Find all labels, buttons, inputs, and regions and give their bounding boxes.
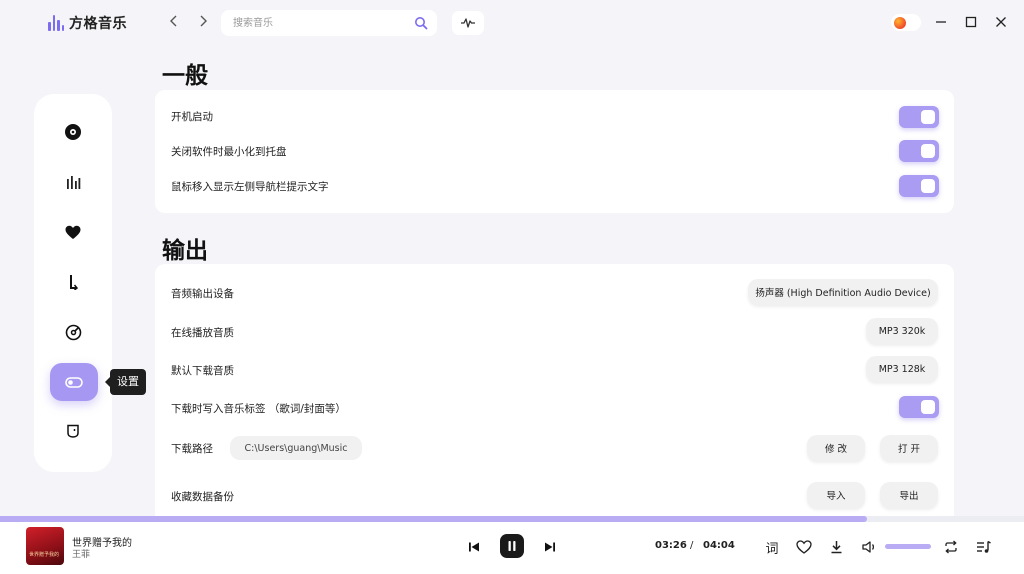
sidebar-item-about[interactable] [50, 413, 96, 449]
audio-wave-button[interactable] [452, 11, 484, 35]
download-arrow-icon [70, 275, 79, 290]
chevron-right-icon [200, 15, 207, 27]
speaker-icon [862, 541, 875, 553]
modify-path-button[interactable]: 修 改 [807, 435, 865, 461]
disc-icon [65, 124, 81, 140]
download-icon [831, 541, 841, 554]
title-bar: 方格音乐 [0, 0, 1024, 46]
switch-knob [921, 179, 935, 193]
row-label-output-device: 音频输出设备 [171, 288, 234, 300]
lyrics-button[interactable]: 词 [763, 538, 781, 557]
chart-bars-icon [67, 176, 81, 189]
section-title-general: 一般 [162, 63, 208, 89]
switch-knob [921, 144, 935, 158]
radar-icon [65, 324, 81, 340]
sidebar [34, 94, 112, 472]
theme-toggle[interactable] [891, 14, 921, 31]
heart-icon [65, 225, 81, 239]
current-time: 03:26 [655, 540, 687, 551]
row-label-backup: 收藏数据备份 [171, 491, 234, 503]
search-icon[interactable] [414, 16, 428, 30]
open-path-button[interactable]: 打 开 [880, 435, 938, 461]
app-logo: 方格音乐 [48, 13, 127, 33]
like-button[interactable] [795, 539, 813, 555]
general-card: 开机启动 关闭软件时最小化到托盘 鼠标移入显示左侧导航栏提示文字 [155, 90, 954, 213]
write-tags-switch[interactable] [899, 396, 939, 418]
switch-knob [921, 400, 935, 414]
output-device-select[interactable]: 扬声器 (High Definition Audio Device) [748, 279, 938, 305]
waveform-icon [461, 18, 475, 28]
previous-track-icon [469, 542, 479, 552]
back-button[interactable] [165, 14, 183, 32]
export-button[interactable]: 导出 [880, 482, 938, 508]
playlist-button[interactable] [975, 539, 993, 555]
heart-outline-icon [796, 540, 812, 554]
repeat-mode-button[interactable] [942, 539, 960, 555]
volume-button[interactable] [860, 539, 878, 555]
pause-button[interactable] [500, 534, 524, 558]
autostart-switch[interactable] [899, 106, 939, 128]
theme-dot-icon [894, 16, 906, 29]
pause-icon [508, 541, 516, 551]
download-button[interactable] [828, 539, 844, 555]
sidebar-item-settings[interactable] [50, 363, 98, 401]
row-label-minimize-tray: 关闭软件时最小化到托盘 [171, 146, 287, 158]
section-title-output: 输出 [162, 238, 208, 264]
cover-text: 世界赠予我的 [29, 552, 60, 558]
sidebar-item-favorites[interactable] [50, 214, 96, 250]
row-label-download-quality: 默认下载音质 [171, 365, 234, 377]
import-button[interactable]: 导入 [807, 482, 865, 508]
row-label-autostart: 开机启动 [171, 111, 213, 123]
close-icon [996, 17, 1006, 27]
next-track-icon [545, 542, 555, 552]
online-quality-select[interactable]: MP3 320k [866, 318, 938, 344]
row-label-online-quality: 在线播放音质 [171, 327, 234, 339]
logo-bars-icon [48, 15, 64, 31]
minimize-button[interactable] [932, 13, 950, 31]
maximize-button[interactable] [962, 13, 980, 31]
nav-tooltip-switch[interactable] [899, 175, 939, 197]
chevron-left-icon [170, 15, 177, 27]
search-box [221, 10, 437, 36]
next-button[interactable] [542, 539, 558, 555]
output-card: 音频输出设备 扬声器 (High Definition Audio Device… [155, 264, 954, 524]
previous-button[interactable] [466, 539, 482, 555]
player-bar: 世界赠予我的 世界赠予我的 王菲 03:26 / 04:04 词 [0, 522, 1024, 574]
face-icon [67, 424, 79, 438]
search-input[interactable] [221, 10, 401, 36]
settings-toggle-icon [65, 376, 83, 388]
app-name: 方格音乐 [69, 16, 127, 32]
album-cover[interactable]: 世界赠予我的 [26, 527, 64, 565]
download-path-field[interactable]: C:\Users\guang\Music [230, 436, 362, 460]
maximize-icon [965, 16, 977, 28]
row-label-nav-tooltip: 鼠标移入显示左侧导航栏提示文字 [171, 181, 329, 193]
row-label-download-path: 下载路径 [171, 443, 213, 455]
minimize-tray-switch[interactable] [899, 140, 939, 162]
switch-knob [921, 110, 935, 124]
total-time: 04:04 [703, 540, 735, 551]
sidebar-item-discover[interactable] [50, 114, 96, 150]
download-quality-select[interactable]: MP3 128k [866, 356, 938, 382]
sidebar-item-downloads[interactable] [50, 264, 96, 300]
time-separator: / [690, 540, 694, 551]
sidebar-tooltip: 设置 [105, 369, 146, 395]
song-artist[interactable]: 王菲 [72, 547, 90, 560]
close-button[interactable] [992, 13, 1010, 31]
forward-button[interactable] [194, 14, 212, 32]
playlist-icon [977, 540, 991, 553]
sidebar-item-radar[interactable] [50, 314, 96, 350]
volume-slider[interactable] [885, 544, 931, 549]
minimize-icon [936, 21, 946, 23]
sidebar-item-charts[interactable] [50, 164, 96, 200]
repeat-icon [945, 540, 957, 554]
row-label-write-tags: 下载时写入音乐标签 （歌词/封面等） [171, 403, 346, 415]
